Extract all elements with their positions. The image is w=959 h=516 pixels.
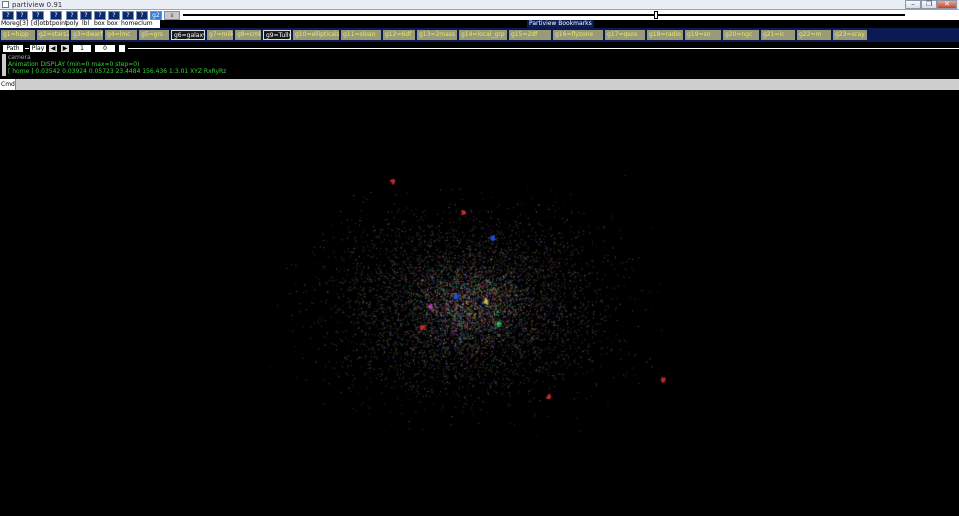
menu-item-7[interactable]: box	[107, 20, 118, 28]
bookmark-button-14[interactable]: g15=2df	[509, 30, 551, 40]
frame-toggle[interactable]	[118, 44, 126, 53]
bookmark-button-12[interactable]: g13=2mass	[417, 30, 457, 40]
toolbar-button-4[interactable]: ?	[66, 11, 78, 20]
step-forward-icon[interactable]: ▶	[60, 44, 70, 53]
menu-item-2[interactable]: [d]otbt	[31, 20, 52, 28]
bookmark-button-8[interactable]: g9=Tully	[263, 30, 291, 40]
bookmark-button-0[interactable]: g1=hipp	[1, 30, 35, 40]
toolbar-button-1[interactable]: ?	[16, 11, 28, 20]
window-title: partiview 0.91	[12, 1, 63, 9]
menu-item-9[interactable]: clum	[138, 20, 153, 28]
bookmark-button-18[interactable]: g19=sn	[685, 30, 721, 40]
menu-item-8[interactable]: home	[121, 20, 138, 28]
toolbar-button-0[interactable]: ?	[2, 11, 14, 20]
menu-item-6[interactable]: box	[94, 20, 105, 28]
bookmark-button-21[interactable]: g22=m	[797, 30, 831, 40]
command-bar: Cmd	[0, 79, 959, 90]
menu-item-1[interactable]: g[3]	[16, 20, 28, 28]
menu-item-4[interactable]: poly	[66, 20, 79, 28]
info-scrollbar[interactable]	[2, 54, 6, 76]
starfield-canvas[interactable]	[0, 91, 959, 516]
minimize-icon[interactable]: –	[905, 0, 921, 9]
bookmark-button-7[interactable]: g8=cmb	[235, 30, 261, 40]
bookmark-button-3[interactable]: g4=lmc	[105, 30, 137, 40]
bookmark-button-22[interactable]: g23=xray	[833, 30, 867, 40]
bookmarks-title: Partiview Bookmarks	[527, 20, 594, 28]
bookmark-button-13[interactable]: g14=local_grp	[459, 30, 507, 40]
bookmark-button-17[interactable]: g18=radio	[647, 30, 683, 40]
bookmark-button-1[interactable]: g2=stars2	[37, 30, 69, 40]
restore-icon[interactable]: ❐	[921, 0, 937, 9]
cmd-label: Cmd	[0, 79, 16, 90]
play-button[interactable]: Play	[29, 44, 47, 53]
close-icon[interactable]: ✕	[937, 0, 957, 9]
menu-item-5[interactable]: lbl	[82, 20, 89, 28]
bookmark-button-10[interactable]: g11=sloan	[341, 30, 381, 40]
toolbar-button-10[interactable]: g2	[150, 11, 162, 20]
step-back-icon[interactable]: ◀	[48, 44, 58, 53]
toolbar-button-2[interactable]: ?	[32, 11, 44, 20]
frame-input[interactable]: 1	[72, 44, 92, 53]
bookmark-button-4[interactable]: g5=grs	[139, 30, 169, 40]
time-slider-thumb[interactable]	[654, 11, 658, 19]
toolbar-button-8[interactable]: ?	[122, 11, 134, 20]
toolbar-button-5[interactable]: ?	[80, 11, 92, 20]
menu-item-0[interactable]: More	[1, 20, 16, 28]
bookmark-button-20[interactable]: g21=ic	[761, 30, 795, 40]
info-line-position: [ home ] 0.03542 0.03924 0.05723 23.4484…	[8, 68, 227, 75]
info-panel: camera Animation DISPLAY (min=0 max=0 st…	[0, 54, 959, 78]
bookmark-button-5[interactable]: g6=galaxy	[171, 30, 205, 40]
toolbar-button-11[interactable]: s	[164, 11, 180, 20]
bookmark-button-2[interactable]: g3=dwarf	[71, 30, 103, 40]
toolbar-button-3[interactable]: ?	[50, 11, 62, 20]
bookmark-button-15[interactable]: g16=flyzone	[553, 30, 603, 40]
toolbar-button-9[interactable]: ?	[136, 11, 148, 20]
bookmark-button-9[interactable]: g10=ellipticals	[293, 30, 339, 40]
window-titlebar: partiview 0.91 – ❐ ✕	[0, 0, 959, 10]
step-input[interactable]: 0	[94, 44, 116, 53]
window-controls: – ❐ ✕	[905, 0, 957, 9]
bookmark-button-11[interactable]: g12=6df	[383, 30, 415, 40]
3d-viewport[interactable]	[0, 91, 959, 516]
bookmark-button-19[interactable]: g20=ngc	[723, 30, 759, 40]
bookmark-button-16[interactable]: g17=qsos	[605, 30, 645, 40]
time-slider-track[interactable]	[183, 14, 905, 16]
window-app-icon	[2, 1, 9, 8]
path-button[interactable]: Path	[2, 44, 24, 53]
path-timeline[interactable]	[128, 48, 959, 49]
toolbar-button-7[interactable]: ?	[108, 11, 120, 20]
bookmark-button-6[interactable]: g7=milky	[207, 30, 233, 40]
info-line-animation: Animation DISPLAY (min=0 max=0 step=0)	[8, 61, 140, 68]
info-line-camera: camera	[8, 54, 31, 61]
toolbar-button-6[interactable]: ?	[94, 11, 106, 20]
